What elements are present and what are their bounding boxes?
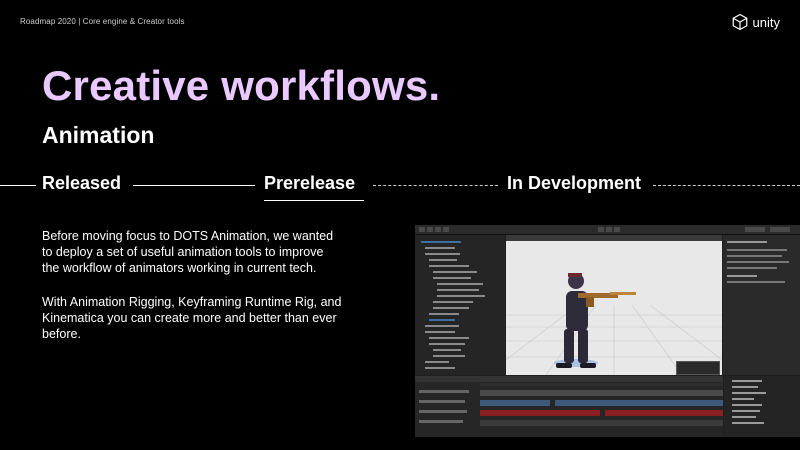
stage-released: Released: [42, 173, 122, 193]
breadcrumb: Roadmap 2020 | Core engine & Creator too…: [20, 17, 185, 26]
editor-hierarchy-panel: [415, 235, 505, 375]
page-title: Creative workflows.: [42, 62, 441, 109]
unity-cube-icon: [732, 13, 747, 31]
page-subtitle: Animation: [42, 122, 155, 148]
timeline-line-left: [0, 185, 36, 186]
editor-timeline-panel: [415, 376, 723, 437]
editor-project-panel: [724, 376, 800, 437]
editor-toolbar: [415, 225, 800, 235]
body-paragraph-2: With Animation Rigging, Keyframing Runti…: [42, 295, 342, 341]
timeline-line-mid: [133, 185, 255, 186]
body-paragraph-1: Before moving focus to DOTS Animation, w…: [42, 229, 334, 275]
stage-in-development: In Development: [507, 173, 642, 193]
editor-inspector-panel: [723, 235, 800, 375]
current-stage-underline: [264, 200, 364, 201]
scene-overlay-panel: [676, 361, 720, 375]
timeline-dash-mid: [373, 185, 498, 186]
scene-character-render: [506, 273, 722, 375]
logo-text: unity: [752, 14, 780, 30]
timeline-dash-right: [653, 185, 800, 186]
unity-logo: unity: [731, 13, 780, 31]
stage-prerelease: Prerelease: [264, 173, 356, 193]
editor-scene-view: [506, 235, 722, 375]
unity-editor-screenshot: [415, 225, 800, 437]
